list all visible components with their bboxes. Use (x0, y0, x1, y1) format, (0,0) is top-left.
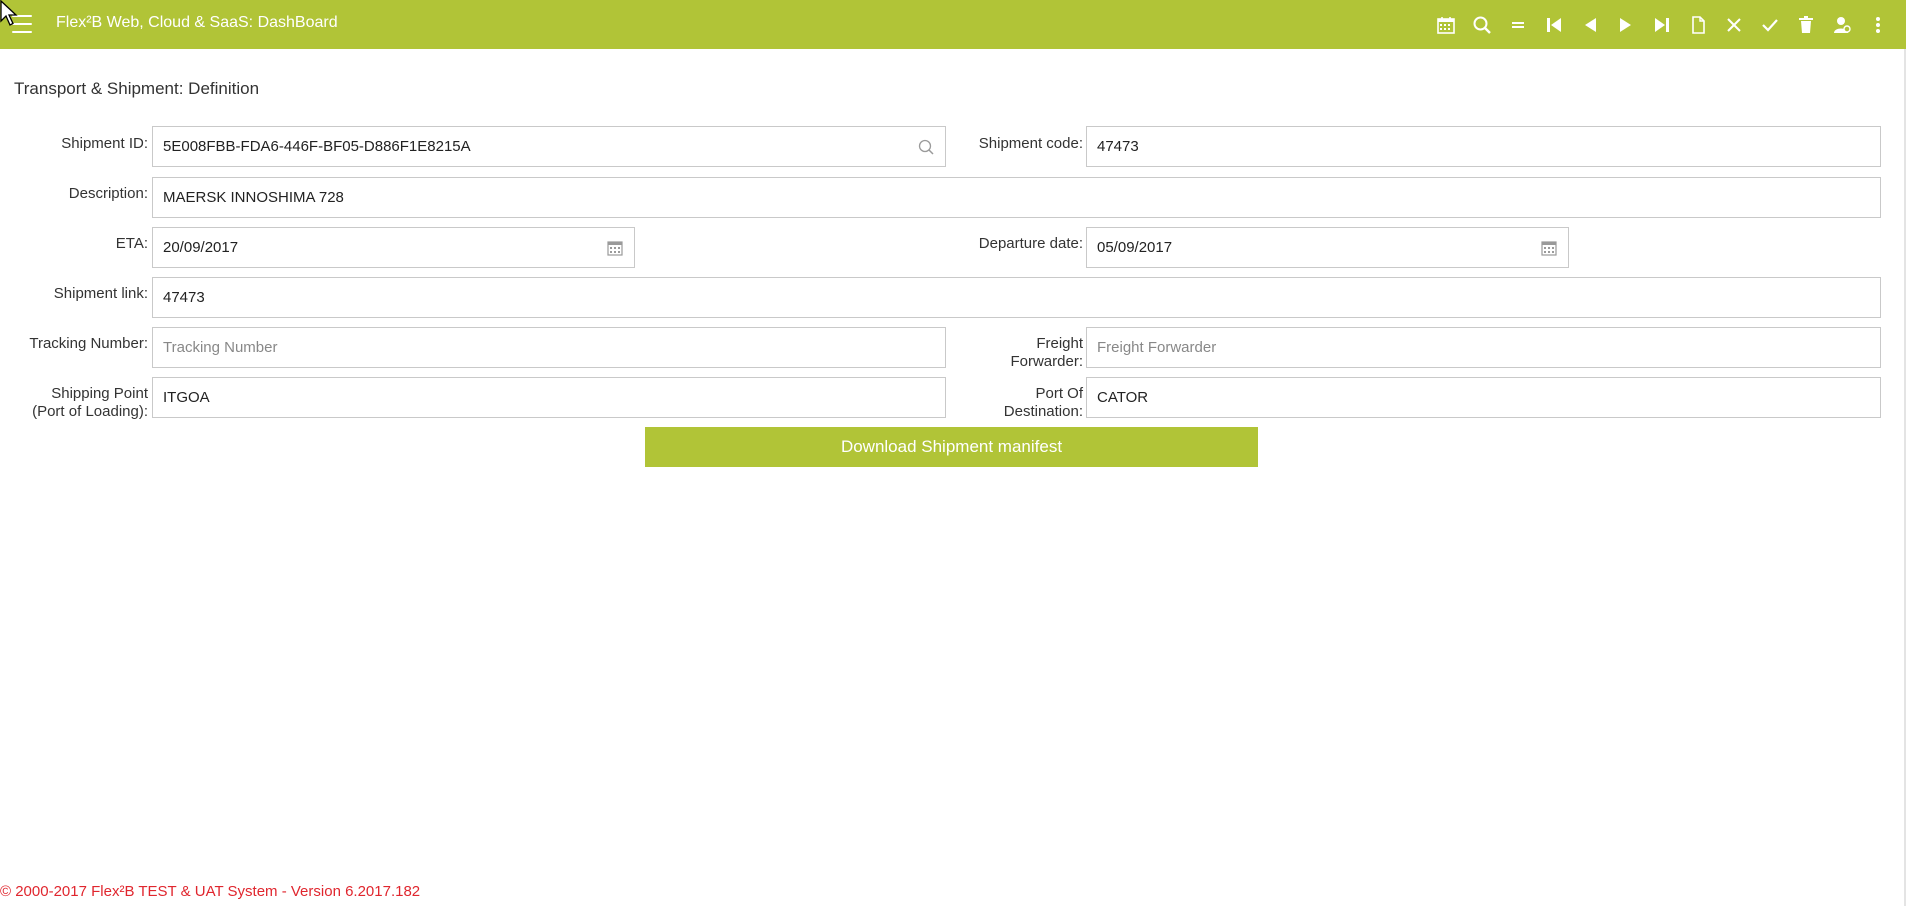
top-bar: Flex²B Web, Cloud & SaaS: DashBoard (0, 0, 1906, 49)
eta-field (152, 227, 635, 268)
shipment-code-input[interactable] (1087, 127, 1880, 166)
shipping-point-label-line2: (Port of Loading): (32, 403, 148, 420)
freight-forwarder-field (1086, 327, 1881, 368)
shipment-code-field (1086, 126, 1881, 167)
search-icon[interactable] (1464, 0, 1500, 49)
freight-forwarder-label: Freight Forwarder: (955, 335, 1083, 371)
previous-record-icon[interactable] (1572, 0, 1608, 49)
port-of-destination-input[interactable] (1087, 378, 1880, 417)
shipping-point-input[interactable] (153, 378, 945, 417)
port-of-destination-label-line1: Port Of (1035, 385, 1083, 402)
description-label: Description: (68, 185, 148, 202)
shipping-point-label-line1: Shipping Point (51, 385, 148, 402)
shipment-link-field (152, 277, 1881, 318)
shipment-id-field (152, 126, 946, 167)
more-vertical-icon[interactable] (1860, 0, 1896, 49)
tracking-number-field (152, 327, 946, 368)
cancel-icon[interactable] (1716, 0, 1752, 49)
shipment-code-label: Shipment code: (978, 135, 1083, 152)
eta-label: ETA: (115, 235, 148, 252)
departure-date-field (1086, 227, 1569, 268)
description-input[interactable] (153, 178, 1880, 217)
shipment-id-input[interactable] (153, 127, 945, 166)
shipping-point-field (152, 377, 946, 418)
calendar-icon[interactable] (1428, 0, 1464, 49)
description-field (152, 177, 1881, 218)
shipping-point-label: Shipping Point (Port of Loading): (10, 385, 148, 421)
search-icon[interactable] (917, 138, 935, 156)
last-record-icon[interactable] (1644, 0, 1680, 49)
app-title: Flex²B Web, Cloud & SaaS: DashBoard (56, 14, 338, 31)
port-of-destination-field (1086, 377, 1881, 418)
tracking-number-label: Tracking Number: (29, 335, 148, 352)
mouse-cursor-icon (0, 0, 18, 26)
calendar-icon[interactable] (606, 239, 624, 257)
shipment-link-label: Shipment link: (53, 285, 148, 302)
departure-date-input[interactable] (1087, 228, 1568, 267)
calendar-icon[interactable] (1540, 239, 1558, 257)
toolbar (1428, 0, 1896, 49)
port-of-destination-label-line2: Destination: (1003, 403, 1083, 420)
freight-forwarder-label-line1: Freight (1036, 335, 1083, 352)
download-shipment-manifest-button[interactable]: Download Shipment manifest (645, 427, 1258, 467)
new-document-icon[interactable] (1680, 0, 1716, 49)
freight-forwarder-label-line2: Forwarder: (1010, 353, 1083, 370)
freight-forwarder-input[interactable] (1087, 328, 1880, 367)
footer-copyright: © 2000-2017 Flex²B TEST & UAT System - V… (0, 883, 421, 900)
page-title: Transport & Shipment: Definition (14, 79, 260, 98)
confirm-icon[interactable] (1752, 0, 1788, 49)
first-record-icon[interactable] (1536, 0, 1572, 49)
tracking-number-input[interactable] (153, 328, 945, 367)
shipment-id-label: Shipment ID: (61, 135, 148, 152)
eta-input[interactable] (153, 228, 634, 267)
next-record-icon[interactable] (1608, 0, 1644, 49)
departure-date-label: Departure date: (978, 235, 1083, 252)
port-of-destination-label: Port Of Destination: (955, 385, 1083, 421)
delete-icon[interactable] (1788, 0, 1824, 49)
shipment-link-input[interactable] (153, 278, 1880, 317)
user-settings-icon[interactable] (1824, 0, 1860, 49)
equals-icon[interactable] (1500, 0, 1536, 49)
